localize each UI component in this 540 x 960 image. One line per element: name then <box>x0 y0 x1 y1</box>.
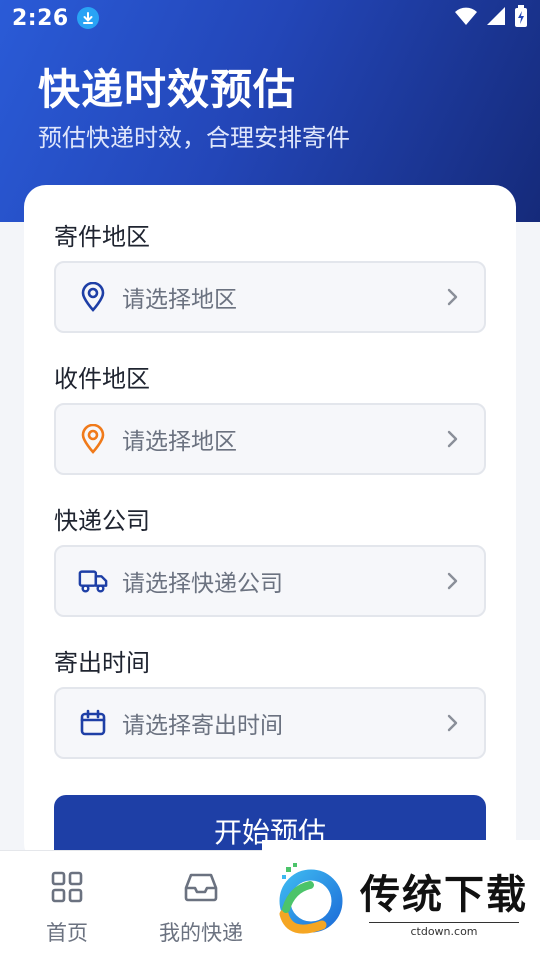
form-card: 寄件地区 请选择地区 收件地区 请选择地区 快递公司 请选择快递公司 寄出时间 <box>24 185 516 875</box>
page-subtitle: 预估快递时效，合理安排寄件 <box>38 124 350 152</box>
page-title: 快递时效预估 <box>38 65 297 114</box>
chevron-right-icon <box>442 713 462 733</box>
location-pin-icon <box>78 424 108 454</box>
grid-icon <box>49 869 85 905</box>
watermark-url: ctdown.com <box>369 922 519 938</box>
tab-home-label: 首页 <box>46 921 88 945</box>
tab-my-express[interactable]: 我的快递 <box>134 851 268 960</box>
truck-icon <box>78 566 108 596</box>
tab-home[interactable]: 首页 <box>0 851 134 960</box>
watermark-title: 传统下载 <box>360 872 528 918</box>
signal-icon <box>486 6 506 30</box>
watermark: 传统下载 ctdown.com <box>262 840 540 960</box>
courier-company-placeholder: 请选择快递公司 <box>122 571 283 597</box>
calendar-icon <box>78 708 108 738</box>
inbox-icon <box>183 869 219 905</box>
status-time: 2:26 <box>12 5 69 31</box>
recipient-region-label: 收件地区 <box>54 365 150 393</box>
ship-time-select[interactable]: 请选择寄出时间 <box>54 687 486 759</box>
ctdown-logo-icon <box>279 863 343 934</box>
status-icons <box>454 5 528 31</box>
chevron-right-icon <box>442 287 462 307</box>
chevron-right-icon <box>442 571 462 591</box>
sender-region-placeholder: 请选择地区 <box>122 287 237 313</box>
ship-time-placeholder: 请选择寄出时间 <box>122 713 283 739</box>
sender-region-label: 寄件地区 <box>54 223 150 251</box>
chevron-right-icon <box>442 429 462 449</box>
battery-icon <box>514 5 528 31</box>
courier-company-select[interactable]: 请选择快递公司 <box>54 545 486 617</box>
status-bar: 2:26 <box>0 0 540 36</box>
watermark-text: 传统下载 ctdown.com <box>360 862 528 938</box>
recipient-region-placeholder: 请选择地区 <box>122 429 237 455</box>
courier-company-label: 快递公司 <box>54 507 150 535</box>
download-icon <box>76 7 99 29</box>
recipient-region-select[interactable]: 请选择地区 <box>54 403 486 475</box>
wifi-icon <box>454 6 478 30</box>
sender-region-select[interactable]: 请选择地区 <box>54 261 486 333</box>
ship-time-label: 寄出时间 <box>54 649 150 677</box>
tab-my-express-label: 我的快递 <box>159 921 243 945</box>
location-pin-icon <box>78 282 108 312</box>
